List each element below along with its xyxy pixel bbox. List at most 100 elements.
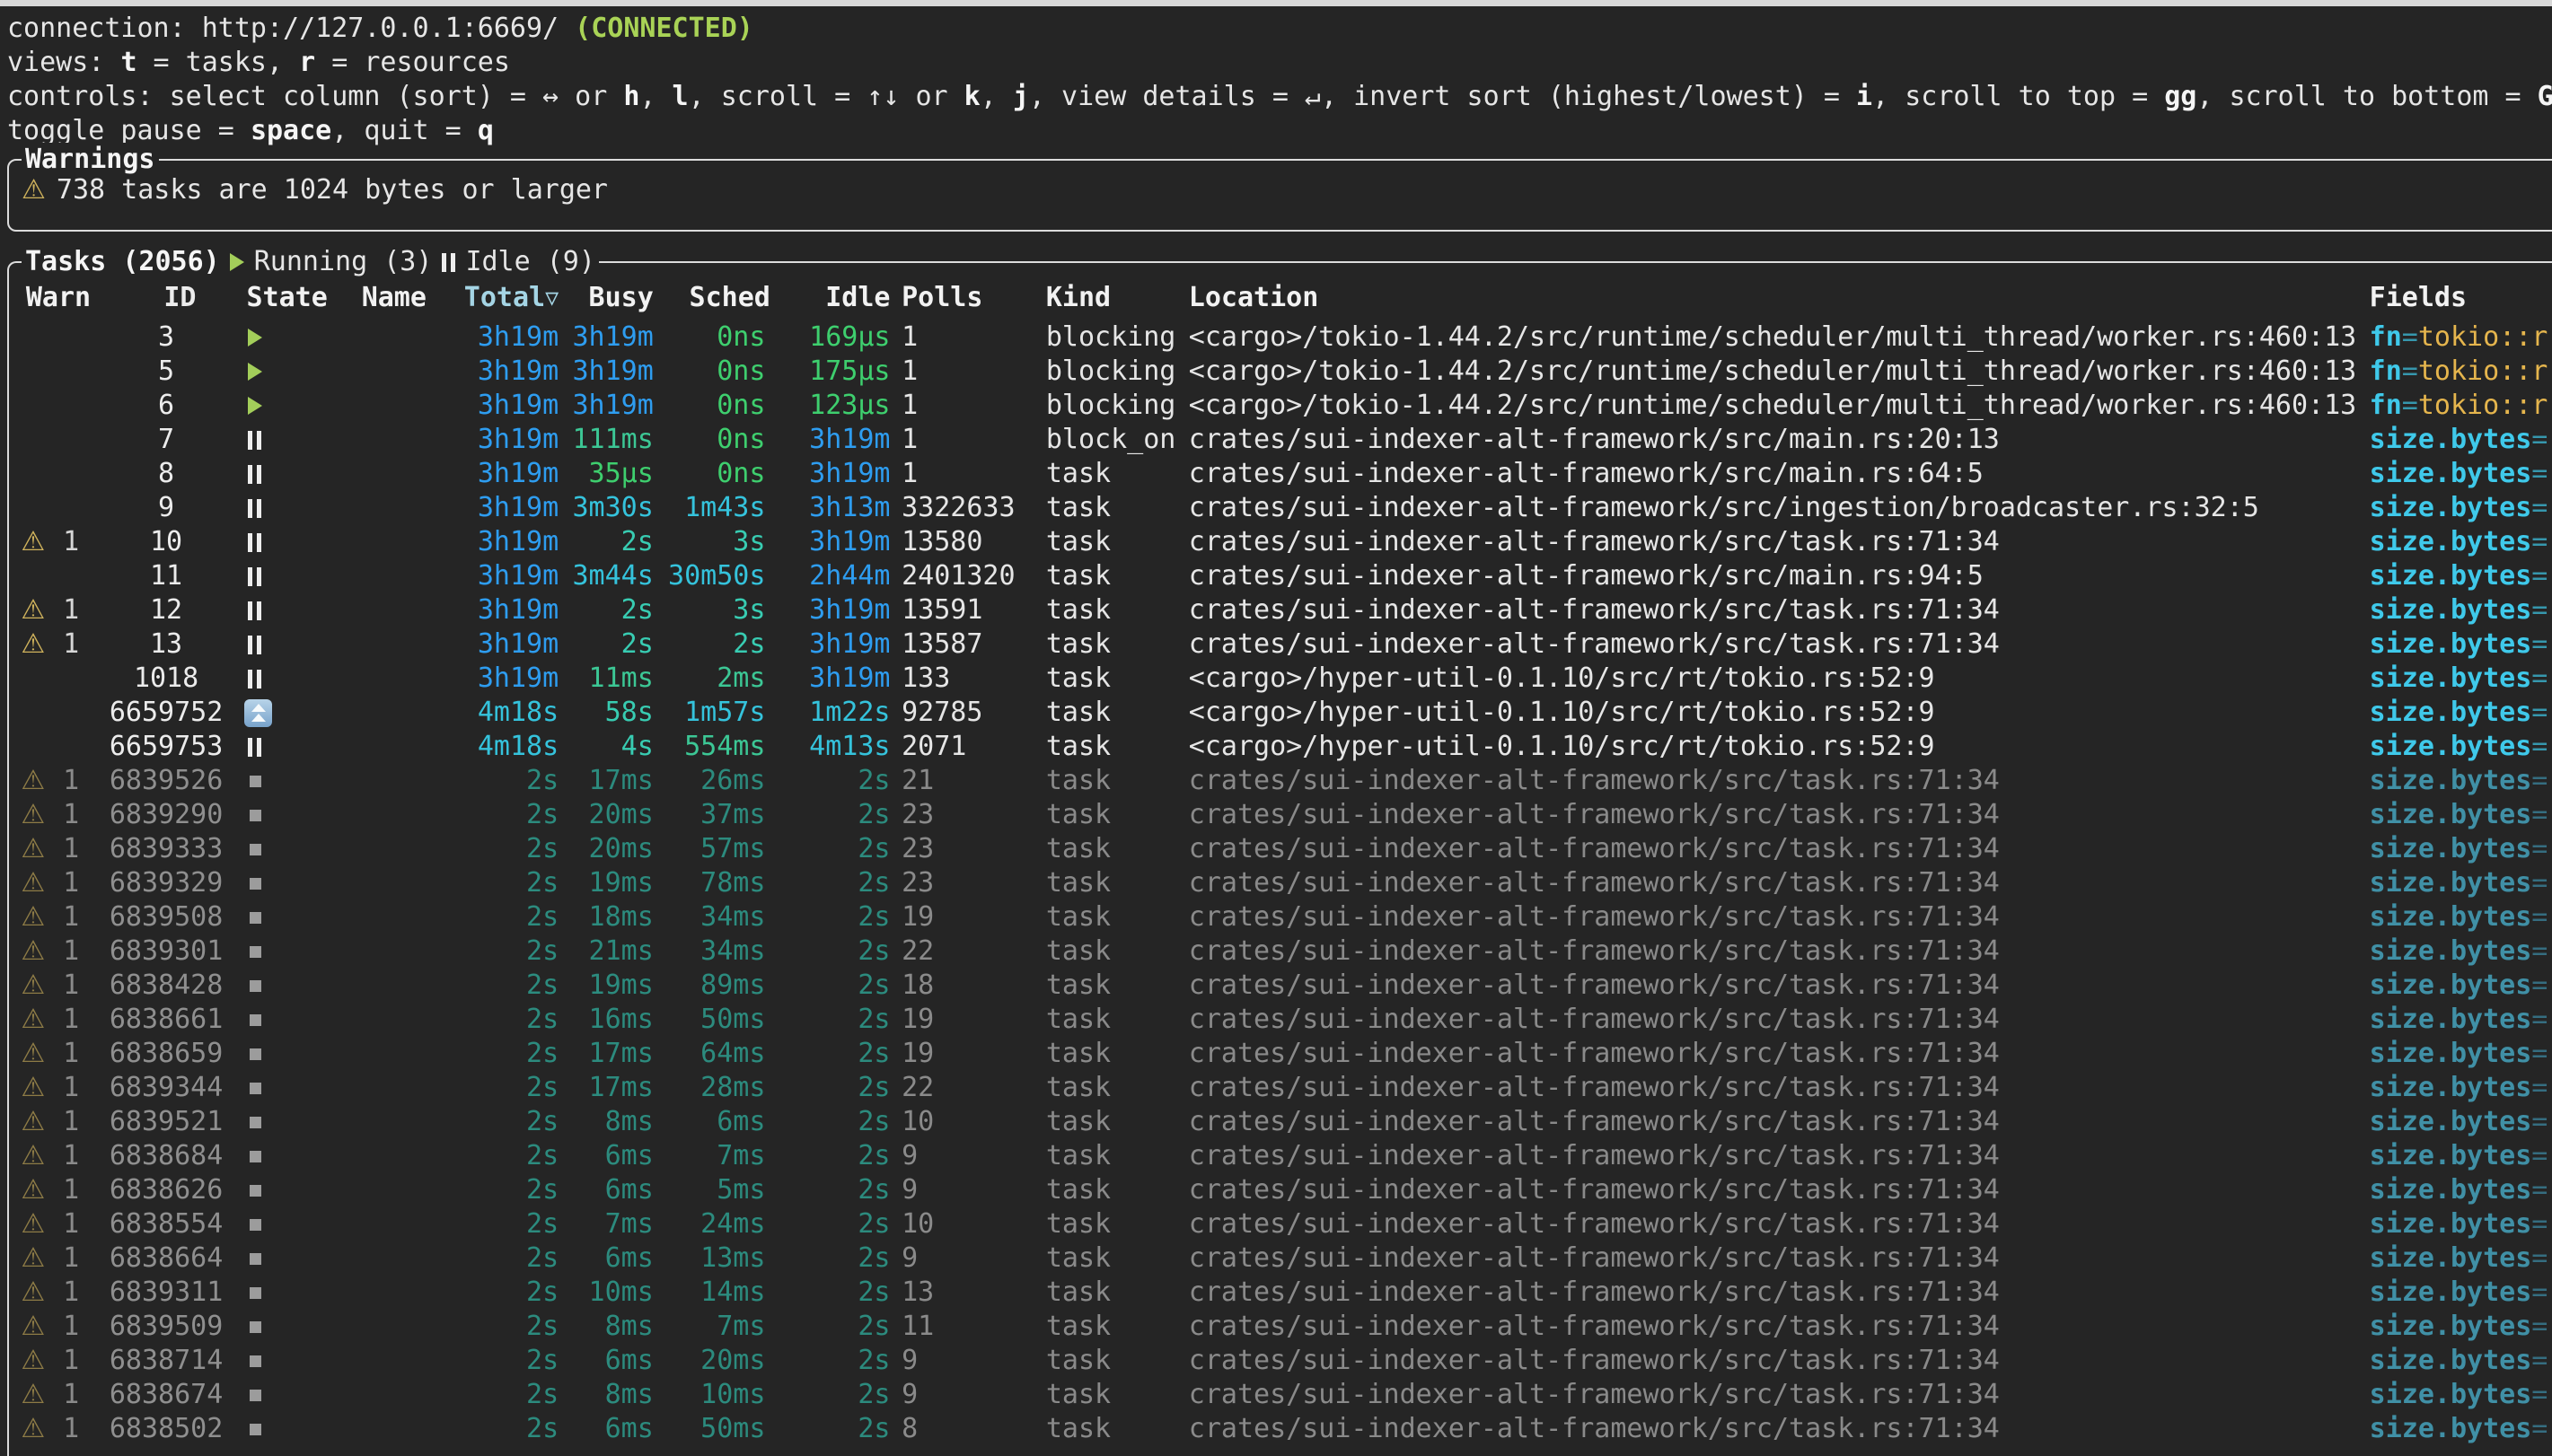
task-row[interactable]: ⚠1123h19m2s3s3h19m13591taskcrates/sui-in… bbox=[16, 593, 2552, 627]
task-row[interactable]: 10183h19m11ms2ms3h19m133task<cargo>/hype… bbox=[16, 662, 2552, 696]
task-row[interactable]: 83h19m35µs0ns3h19m1taskcrates/sui-indexe… bbox=[16, 457, 2552, 491]
column-header-state[interactable]: State bbox=[242, 281, 358, 315]
duration-value: 3h19m bbox=[478, 458, 559, 489]
scheduled-double-up-icon bbox=[244, 699, 272, 727]
cell-polls: 9 bbox=[893, 1139, 1038, 1173]
task-row[interactable]: ⚠168384282s19ms89ms2s18taskcrates/sui-in… bbox=[16, 969, 2552, 1003]
task-row[interactable]: ⚠168386642s6ms13ms2s9taskcrates/sui-inde… bbox=[16, 1241, 2552, 1276]
pause-icon bbox=[442, 253, 455, 272]
task-row[interactable]: ⚠168393442s17ms28ms2s22taskcrates/sui-in… bbox=[16, 1071, 2552, 1105]
running-triangle-icon bbox=[248, 329, 262, 346]
task-row[interactable]: ⚠168385542s7ms24ms2s10taskcrates/sui-ind… bbox=[16, 1207, 2552, 1241]
cell-polls: 2071 bbox=[893, 730, 1038, 764]
task-row[interactable]: ⚠168393332s20ms57ms2s23taskcrates/sui-in… bbox=[16, 832, 2552, 866]
duration-value: 58s bbox=[605, 697, 654, 728]
cell-warn: ⚠1 bbox=[16, 798, 91, 832]
cell-polls: 1 bbox=[893, 355, 1038, 389]
task-row[interactable]: ⚠168395262s17ms26ms2s21taskcrates/sui-in… bbox=[16, 764, 2552, 798]
text-segment: , bbox=[981, 81, 1013, 112]
text-segment: q bbox=[478, 115, 494, 146]
task-row[interactable]: 73h19m111ms0ns3h19m1block_oncrates/sui-i… bbox=[16, 423, 2552, 457]
task-row[interactable]: ⚠168395212s8ms6ms2s10taskcrates/sui-inde… bbox=[16, 1105, 2552, 1139]
column-header-total[interactable]: Total▿ bbox=[459, 281, 563, 315]
task-row[interactable]: 66597534m18s4s554ms4m13s2071task<cargo>/… bbox=[16, 730, 2552, 764]
duration-value: 0ns bbox=[717, 458, 765, 489]
cell-location: <cargo>/tokio-1.44.2/src/runtime/schedul… bbox=[1179, 389, 2360, 423]
duration-value: 4m18s bbox=[478, 697, 559, 728]
field-key: size.bytes bbox=[2370, 1004, 2532, 1035]
task-row[interactable]: 53h19m3h19m0ns175µs1blocking<cargo>/toki… bbox=[16, 355, 2552, 389]
cell-fields: size.bytes= bbox=[2360, 525, 2552, 559]
cell-polls: 21 bbox=[893, 764, 1038, 798]
task-row[interactable]: ⚠168386742s8ms10ms2s9taskcrates/sui-inde… bbox=[16, 1378, 2552, 1412]
duration-value: 3s bbox=[733, 594, 765, 626]
task-row[interactable]: 33h19m3h19m0ns169µs1blocking<cargo>/toki… bbox=[16, 320, 2552, 355]
field-key: size.bytes bbox=[2370, 1413, 2532, 1444]
cell-idle: 2s bbox=[770, 1173, 893, 1207]
duration-value: 6ms bbox=[605, 1242, 654, 1274]
task-row[interactable]: ⚠168386612s16ms50ms2s19taskcrates/sui-in… bbox=[16, 1003, 2552, 1037]
task-row[interactable]: 63h19m3h19m0ns123µs1blocking<cargo>/toki… bbox=[16, 389, 2552, 423]
task-row[interactable]: ⚠168385022s6ms50ms2s8taskcrates/sui-inde… bbox=[16, 1412, 2552, 1446]
field-value: tokio::r bbox=[2418, 321, 2548, 353]
duration-value: 2s bbox=[526, 799, 559, 830]
text-segment: G bbox=[2538, 81, 2552, 112]
column-header-polls[interactable]: Polls bbox=[893, 281, 1038, 315]
cell-state bbox=[242, 329, 358, 346]
column-header-id[interactable]: ID bbox=[91, 281, 242, 315]
column-header-kind[interactable]: Kind bbox=[1038, 281, 1179, 315]
cell-idle: 2s bbox=[770, 1344, 893, 1378]
cell-task-id: 6839344 bbox=[91, 1071, 242, 1105]
task-row[interactable]: ⚠168386842s6ms7ms2s9taskcrates/sui-index… bbox=[16, 1139, 2552, 1173]
cell-polls: 2401320 bbox=[893, 559, 1038, 593]
task-row[interactable]: ⚠168393292s19ms78ms2s23taskcrates/sui-in… bbox=[16, 866, 2552, 900]
column-header-sched[interactable]: Sched bbox=[658, 281, 770, 315]
cell-total: 2s bbox=[459, 1276, 563, 1310]
cell-kind: task bbox=[1038, 1310, 1179, 1344]
cell-total: 3h19m bbox=[459, 491, 563, 525]
duration-value: 2s bbox=[858, 1140, 890, 1171]
cell-warn: ⚠1 bbox=[16, 969, 91, 1003]
column-header-warn[interactable]: Warn bbox=[16, 281, 91, 315]
task-row[interactable]: 66597524m18s58s1m57s1m22s92785task<cargo… bbox=[16, 696, 2552, 730]
cell-fields: fn=tokio::r bbox=[2360, 389, 2552, 423]
column-header-busy[interactable]: Busy bbox=[563, 281, 659, 315]
task-row[interactable]: ⚠168395082s18ms34ms2s19taskcrates/sui-in… bbox=[16, 900, 2552, 934]
cell-polls: 19 bbox=[893, 1003, 1038, 1037]
warnings-title-label: Warnings bbox=[25, 143, 155, 177]
task-row[interactable]: ⚠1133h19m2s2s3h19m13587taskcrates/sui-in… bbox=[16, 627, 2552, 662]
cell-total: 2s bbox=[459, 1378, 563, 1412]
warning-triangle-icon: ⚠ bbox=[21, 1242, 45, 1274]
column-header-name[interactable]: Name bbox=[358, 281, 459, 315]
task-row[interactable]: 93h19m3m30s1m43s3h13m3322633taskcrates/s… bbox=[16, 491, 2552, 525]
cell-fields: size.bytes= bbox=[2360, 423, 2552, 457]
column-header-location[interactable]: Location bbox=[1179, 281, 2360, 315]
task-row[interactable]: ⚠168395092s8ms7ms2s11taskcrates/sui-inde… bbox=[16, 1310, 2552, 1344]
window-top-strip bbox=[0, 0, 2552, 6]
task-row[interactable]: ⚠168386262s6ms5ms2s9taskcrates/sui-index… bbox=[16, 1173, 2552, 1207]
duration-value: 2s bbox=[858, 1174, 890, 1206]
idle-count-label: Idle (9) bbox=[465, 245, 595, 279]
cell-total: 2s bbox=[459, 1412, 563, 1446]
field-equals: = bbox=[2531, 1276, 2548, 1308]
column-header-fields[interactable]: Fields bbox=[2360, 281, 2552, 315]
task-row[interactable]: ⚠168393012s21ms34ms2s22taskcrates/sui-in… bbox=[16, 934, 2552, 969]
duration-value: 3h19m bbox=[478, 492, 559, 523]
cell-total: 4m18s bbox=[459, 730, 563, 764]
cell-sched: 30m50s bbox=[658, 559, 770, 593]
task-row[interactable]: ⚠168392902s20ms37ms2s23taskcrates/sui-in… bbox=[16, 798, 2552, 832]
warn-count: 1 bbox=[63, 799, 79, 830]
task-row[interactable]: 113h19m3m44s30m50s2h44m2401320taskcrates… bbox=[16, 559, 2552, 593]
pause-bars-icon bbox=[248, 601, 261, 620]
cell-idle: 175µs bbox=[770, 355, 893, 389]
cell-total: 3h19m bbox=[459, 662, 563, 696]
task-row[interactable]: ⚠168387142s6ms20ms2s9taskcrates/sui-inde… bbox=[16, 1344, 2552, 1378]
task-row[interactable]: ⚠168393112s10ms14ms2s13taskcrates/sui-in… bbox=[16, 1276, 2552, 1310]
duration-value: 34ms bbox=[700, 935, 765, 967]
duration-value: 4s bbox=[621, 731, 654, 762]
completed-square-icon bbox=[250, 1185, 261, 1197]
task-row[interactable]: ⚠1103h19m2s3s3h19m13580taskcrates/sui-in… bbox=[16, 525, 2552, 559]
column-header-idle[interactable]: Idle bbox=[770, 281, 893, 315]
duration-value: 35µs bbox=[589, 458, 654, 489]
task-row[interactable]: ⚠168386592s17ms64ms2s19taskcrates/sui-in… bbox=[16, 1037, 2552, 1071]
